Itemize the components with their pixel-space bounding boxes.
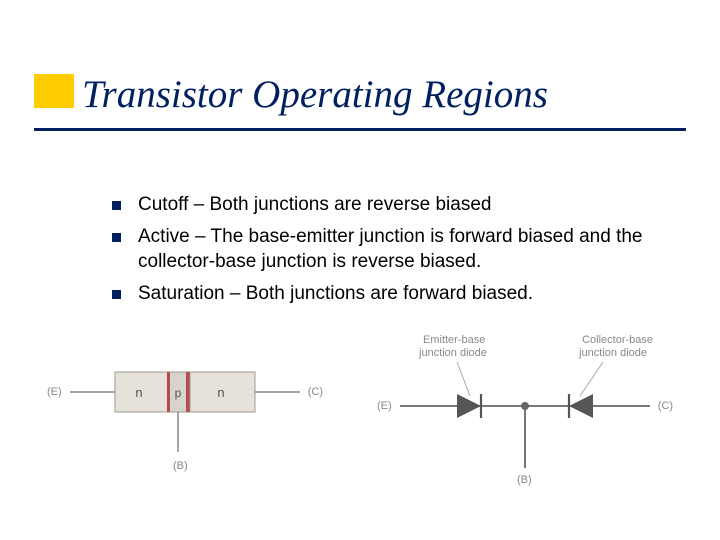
- fig-diode-model: Emitter-base junction diode Collector-ba…: [375, 340, 675, 500]
- fig1-svg: n p n: [45, 340, 325, 480]
- fig2-label-cb1: Collector-base: [582, 334, 653, 346]
- fig2-label-e: (E): [377, 400, 392, 412]
- fig2-label-eb2: junction diode: [419, 347, 487, 359]
- term-cutoff: Cutoff: [138, 194, 188, 215]
- fig2-label-c: (C): [658, 400, 673, 412]
- fig1-n1: n: [135, 385, 142, 400]
- fig2-label-b: (B): [517, 474, 532, 486]
- fig1-label-b: (B): [173, 460, 188, 472]
- bullet-active: Active – The base-emitter junction is fo…: [112, 224, 712, 275]
- accent-square: [34, 74, 74, 108]
- fig1-label-e: (E): [47, 386, 62, 398]
- term-active: Active: [138, 226, 190, 247]
- slide-title: Transistor Operating Regions: [82, 72, 548, 117]
- fig1-p: p: [175, 386, 182, 400]
- term-saturation: Saturation: [138, 283, 225, 304]
- title-underline: [34, 128, 686, 131]
- fig2-label-eb1: Emitter-base: [423, 334, 485, 346]
- figures-row: (E) (C) (B) n p n Emitter-base junction …: [0, 340, 720, 500]
- fig-npn-block: (E) (C) (B) n p n: [45, 340, 325, 480]
- bullet-cutoff: Cutoff – Both junctions are reverse bias…: [112, 192, 712, 218]
- fig1-label-c: (C): [308, 386, 323, 398]
- fig1-n2: n: [217, 385, 224, 400]
- fig2-label-cb2: junction diode: [579, 347, 647, 359]
- bullet-list: Cutoff – Both junctions are reverse bias…: [72, 192, 712, 313]
- bullet-saturation: Saturation – Both junctions are forward …: [112, 281, 712, 307]
